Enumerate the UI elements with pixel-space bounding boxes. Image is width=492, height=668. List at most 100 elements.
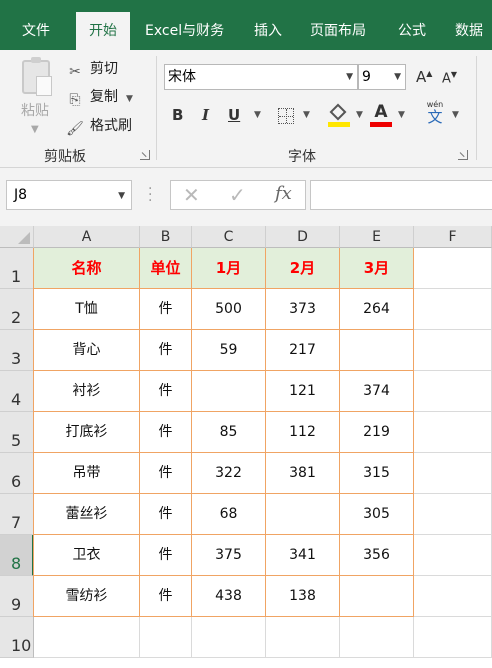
cancel-icon[interactable]: ✕	[183, 183, 200, 207]
underline-button[interactable]: U	[228, 106, 240, 128]
borders-dropdown-icon[interactable]: ▼	[303, 110, 310, 120]
table-cell[interactable]: 背心	[34, 330, 140, 371]
row-header-10[interactable]: 10	[0, 617, 34, 658]
paste-dropdown-icon[interactable]: ▼	[31, 124, 39, 135]
table-cell[interactable]	[192, 617, 266, 658]
table-cell[interactable]	[414, 330, 492, 371]
font-size-select[interactable]: 9 ▼	[358, 64, 406, 90]
table-cell[interactable]: 衬衫	[34, 371, 140, 412]
font-color-button[interactable]: A	[370, 102, 392, 128]
table-cell[interactable]	[340, 576, 414, 617]
enter-icon[interactable]: ✓	[229, 183, 246, 207]
column-header-c[interactable]: C	[192, 226, 266, 248]
table-cell[interactable]: 卫衣	[34, 535, 140, 576]
table-cell[interactable]: 68	[192, 494, 266, 535]
table-cell[interactable]	[340, 617, 414, 658]
name-box[interactable]: J8 ▼	[6, 180, 132, 210]
cut-button[interactable]: ✂ 剪切	[66, 58, 118, 80]
table-cell[interactable]: 件	[140, 330, 192, 371]
table-cell[interactable]: 吊带	[34, 453, 140, 494]
insert-function-icon[interactable]: fx	[275, 183, 292, 204]
table-cell[interactable]	[414, 248, 492, 289]
table-cell[interactable]: 59	[192, 330, 266, 371]
table-cell[interactable]	[414, 576, 492, 617]
table-cell[interactable]: 500	[192, 289, 266, 330]
table-header-cell[interactable]: 3月	[340, 248, 414, 289]
table-cell[interactable]	[414, 617, 492, 658]
table-cell[interactable]	[34, 617, 140, 658]
table-cell[interactable]: 112	[266, 412, 340, 453]
table-header-cell[interactable]: 2月	[266, 248, 340, 289]
table-cell[interactable]: 雪纺衫	[34, 576, 140, 617]
table-header-cell[interactable]: 1月	[192, 248, 266, 289]
column-header-b[interactable]: B	[140, 226, 192, 248]
clipboard-launcher-icon[interactable]	[140, 150, 150, 160]
table-cell[interactable]: 打底衫	[34, 412, 140, 453]
table-cell[interactable]	[192, 371, 266, 412]
table-cell[interactable]: 373	[266, 289, 340, 330]
table-cell[interactable]: 356	[340, 535, 414, 576]
bold-button[interactable]: B	[172, 106, 183, 128]
italic-button[interactable]: I	[202, 106, 209, 128]
copy-button[interactable]: ⎘ 复制 ▼	[66, 86, 133, 108]
table-cell[interactable]: 件	[140, 371, 192, 412]
row-header-5[interactable]: 5	[0, 412, 34, 453]
table-cell[interactable]: 件	[140, 535, 192, 576]
table-cell[interactable]	[414, 289, 492, 330]
table-cell[interactable]: 件	[140, 576, 192, 617]
row-header-1[interactable]: 1	[0, 248, 34, 289]
phonetic-dropdown-icon[interactable]: ▼	[452, 110, 459, 120]
row-header-4[interactable]: 4	[0, 371, 34, 412]
column-header-a[interactable]: A	[34, 226, 140, 248]
select-all-button[interactable]	[0, 226, 34, 248]
phonetic-guide-button[interactable]: wén 文	[424, 100, 446, 125]
formula-input[interactable]	[310, 180, 492, 210]
row-header-7[interactable]: 7	[0, 494, 34, 535]
table-cell[interactable]	[266, 494, 340, 535]
table-cell[interactable]: 341	[266, 535, 340, 576]
table-header-cell[interactable]: 单位	[140, 248, 192, 289]
formula-bar-grip-icon[interactable]: · · ·	[148, 182, 152, 208]
table-cell[interactable]	[414, 412, 492, 453]
underline-dropdown-icon[interactable]: ▼	[254, 110, 261, 120]
table-cell[interactable]	[414, 494, 492, 535]
table-cell[interactable]: 438	[192, 576, 266, 617]
table-cell[interactable]: 件	[140, 453, 192, 494]
fill-color-icon[interactable]	[328, 103, 350, 128]
fill-color-dropdown-icon[interactable]: ▼	[356, 110, 363, 120]
column-header-f[interactable]: F	[414, 226, 492, 248]
table-cell[interactable]	[414, 371, 492, 412]
table-cell[interactable]: 315	[340, 453, 414, 494]
table-cell[interactable]: 374	[340, 371, 414, 412]
table-cell[interactable]: 322	[192, 453, 266, 494]
paste-button[interactable]: 粘贴 ▼	[12, 56, 60, 136]
tab-home[interactable]: 开始	[76, 12, 130, 50]
chevron-down-icon[interactable]: ▼	[118, 182, 125, 210]
row-header-9[interactable]: 9	[0, 576, 34, 617]
table-cell[interactable]: 蕾丝衫	[34, 494, 140, 535]
table-cell[interactable]: 264	[340, 289, 414, 330]
increase-font-size-button[interactable]: A▲	[416, 68, 432, 86]
table-header-cell[interactable]: 名称	[34, 248, 140, 289]
copy-dropdown-icon[interactable]: ▼	[126, 94, 133, 104]
table-cell[interactable]: 375	[192, 535, 266, 576]
table-cell[interactable]	[414, 453, 492, 494]
font-launcher-icon[interactable]	[458, 150, 468, 160]
table-cell[interactable]	[340, 330, 414, 371]
table-cell[interactable]: 381	[266, 453, 340, 494]
row-header-3[interactable]: 3	[0, 330, 34, 371]
row-header-6[interactable]: 6	[0, 453, 34, 494]
table-cell[interactable]: 件	[140, 494, 192, 535]
column-header-e[interactable]: E	[340, 226, 414, 248]
table-cell[interactable]: 219	[340, 412, 414, 453]
table-cell[interactable]: 305	[340, 494, 414, 535]
table-cell[interactable]: 件	[140, 289, 192, 330]
row-header-8[interactable]: 8	[0, 535, 34, 576]
table-cell[interactable]: 217	[266, 330, 340, 371]
table-cell[interactable]	[266, 617, 340, 658]
row-header-2[interactable]: 2	[0, 289, 34, 330]
format-painter-button[interactable]: 🖌 格式刷	[66, 115, 132, 137]
font-name-select[interactable]: 宋体 ▼	[164, 64, 358, 90]
column-header-d[interactable]: D	[266, 226, 340, 248]
table-cell[interactable]: 121	[266, 371, 340, 412]
